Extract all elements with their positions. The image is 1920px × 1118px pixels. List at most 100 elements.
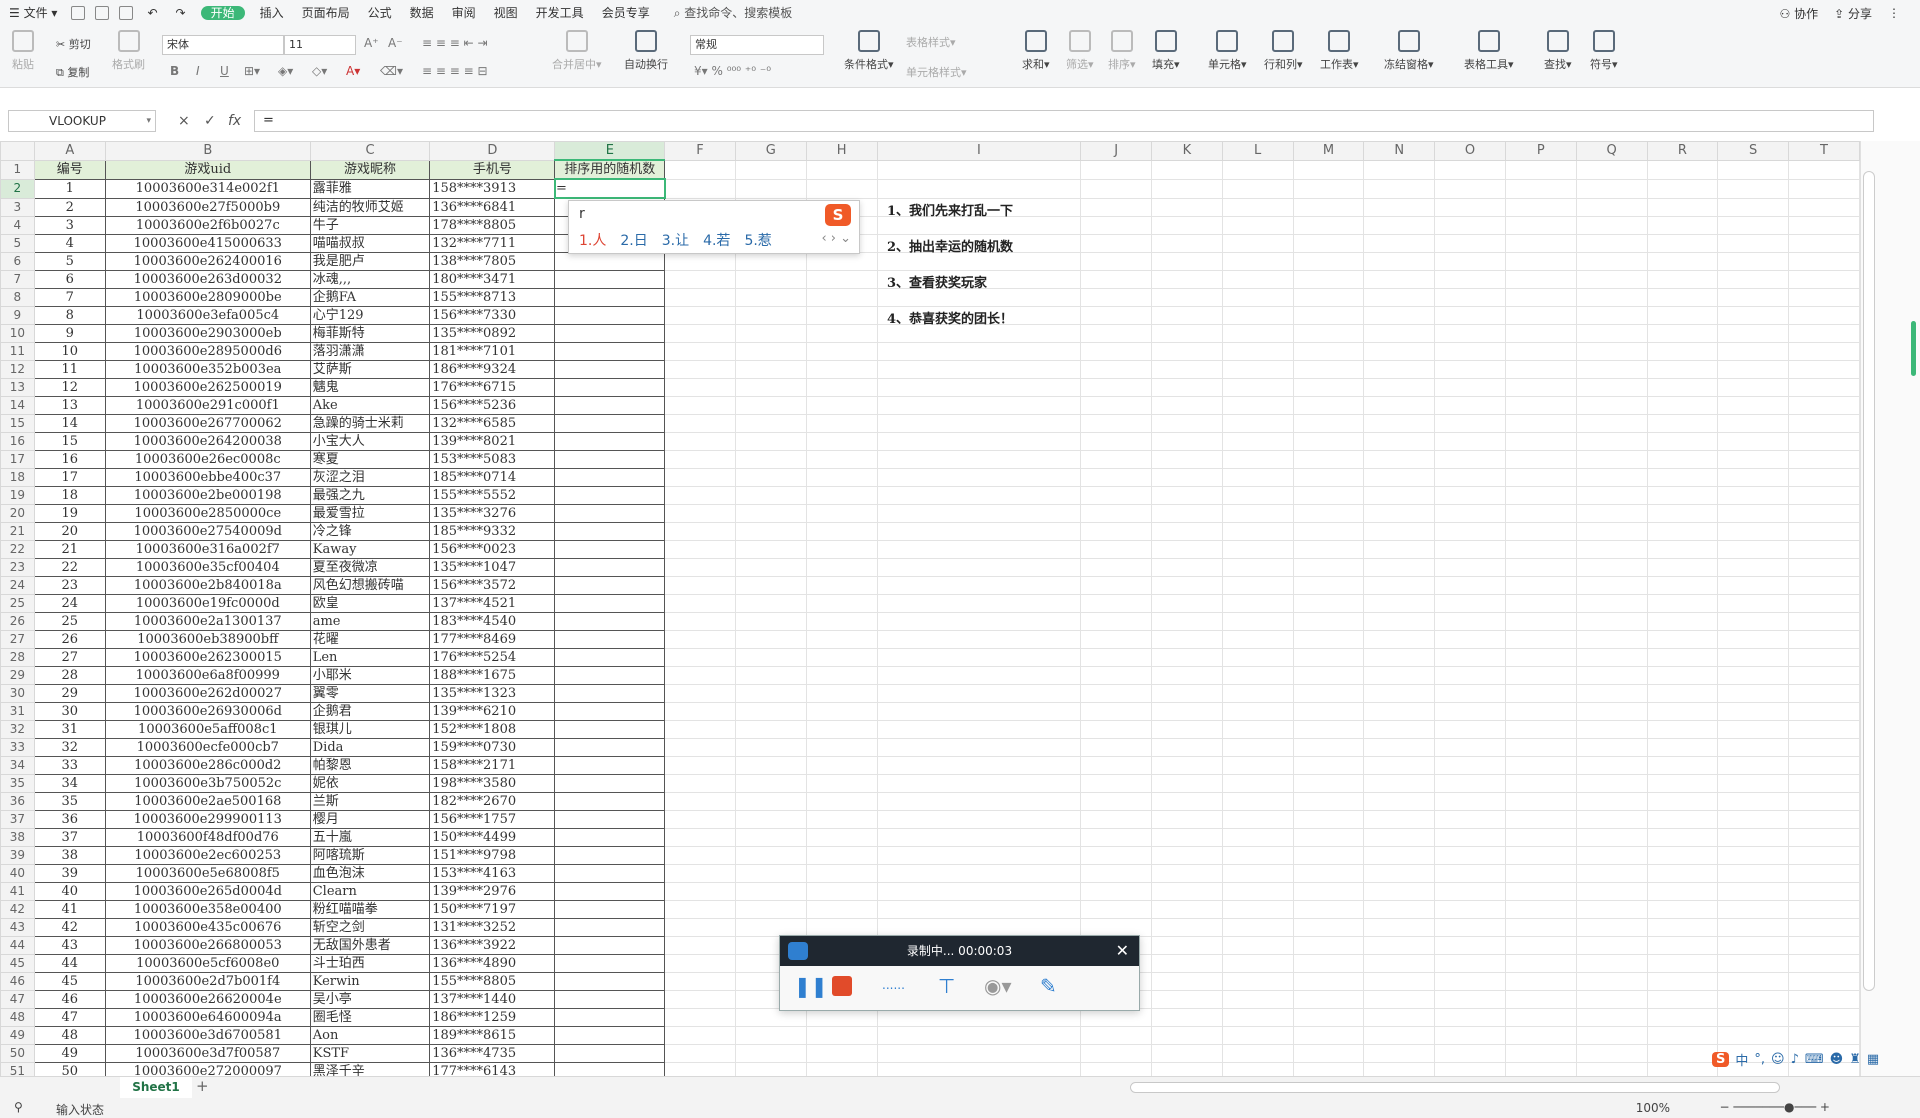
uid-cell[interactable]: 10003600e27540009d: [104, 521, 311, 541]
id-cell[interactable]: 50: [33, 1061, 106, 1076]
cell[interactable]: [664, 701, 736, 721]
cell[interactable]: [1221, 377, 1294, 397]
cell[interactable]: [664, 413, 736, 433]
column-header[interactable]: I: [876, 141, 1082, 161]
cell[interactable]: [664, 665, 736, 685]
id-cell[interactable]: 12: [33, 377, 106, 397]
cell[interactable]: [734, 917, 807, 937]
cell[interactable]: [1717, 323, 1790, 343]
cell[interactable]: [1221, 899, 1294, 919]
cell[interactable]: [1363, 159, 1436, 180]
uid-cell[interactable]: 10003600ecfe000cb7: [104, 737, 311, 757]
random-cell[interactable]: [554, 1043, 666, 1063]
cell[interactable]: [1292, 845, 1365, 865]
nickname-cell[interactable]: 吴小亭: [309, 989, 431, 1009]
cell[interactable]: [734, 665, 807, 685]
uid-cell[interactable]: 10003600e5aff008c1: [104, 719, 311, 739]
cell[interactable]: [1151, 593, 1223, 613]
cell[interactable]: [1646, 773, 1719, 793]
uid-cell[interactable]: 10003600e435c00676: [104, 917, 311, 937]
cell[interactable]: [1646, 917, 1719, 937]
random-cell[interactable]: [554, 359, 666, 379]
row-header[interactable]: 51: [0, 1061, 35, 1076]
side-panel-handle[interactable]: [1911, 321, 1916, 376]
random-cell[interactable]: [554, 629, 666, 649]
id-cell[interactable]: 31: [33, 719, 106, 739]
cell[interactable]: [1151, 305, 1223, 325]
cell[interactable]: [1434, 629, 1506, 649]
phone-cell[interactable]: 176****5254: [429, 647, 556, 667]
cell[interactable]: [664, 467, 736, 487]
uid-cell[interactable]: 10003600e2a1300137: [104, 611, 311, 631]
id-cell[interactable]: 3: [33, 215, 106, 235]
cell[interactable]: [1292, 683, 1365, 703]
row-header[interactable]: 18: [0, 467, 35, 487]
cell[interactable]: [1434, 917, 1506, 937]
cell[interactable]: [1151, 971, 1223, 991]
cell[interactable]: [1646, 647, 1719, 667]
column-header[interactable]: L: [1221, 141, 1294, 161]
cell[interactable]: [1434, 971, 1506, 991]
phone-cell[interactable]: 136****3922: [429, 935, 556, 955]
uid-cell[interactable]: 10003600e19fc0000d: [104, 593, 311, 613]
cell[interactable]: [1717, 413, 1790, 433]
cell[interactable]: [664, 647, 736, 667]
random-cell[interactable]: [554, 323, 666, 343]
align-top-icon[interactable]: ≡ ≡ ≡ ⇤ ⇥: [422, 36, 488, 50]
tab-view[interactable]: 视图: [485, 0, 527, 26]
id-cell[interactable]: 35: [33, 791, 106, 811]
user-icon[interactable]: ☻: [1830, 1052, 1844, 1067]
cell[interactable]: [1788, 701, 1860, 721]
cell[interactable]: [1788, 159, 1860, 180]
border-icon[interactable]: ⊞▾: [244, 64, 260, 78]
cell[interactable]: [1080, 1025, 1152, 1045]
random-cell[interactable]: [554, 431, 666, 451]
phone-cell[interactable]: 183****4540: [429, 611, 556, 631]
row-header[interactable]: 34: [0, 755, 35, 775]
cell[interactable]: [1434, 791, 1506, 811]
column-header[interactable]: G: [734, 141, 807, 161]
cell[interactable]: [1151, 953, 1223, 973]
cell[interactable]: [1292, 989, 1365, 1009]
cell[interactable]: [1717, 719, 1790, 739]
italic-icon[interactable]: I: [196, 64, 200, 78]
cell[interactable]: [1717, 665, 1790, 685]
phone-cell[interactable]: 139****6210: [429, 701, 556, 721]
cell[interactable]: [1221, 521, 1294, 541]
random-cell[interactable]: [554, 251, 666, 271]
phone-cell[interactable]: 132****6585: [429, 413, 556, 433]
cell[interactable]: [734, 359, 807, 379]
cell[interactable]: [1717, 305, 1790, 325]
cell[interactable]: [1575, 521, 1648, 541]
cell[interactable]: [1363, 341, 1436, 361]
cell[interactable]: [1504, 773, 1577, 793]
cell[interactable]: [1788, 899, 1860, 919]
horizontal-scrollbar[interactable]: [1130, 1082, 1780, 1093]
cell[interactable]: [1363, 899, 1436, 919]
cell[interactable]: [1717, 377, 1790, 397]
cell[interactable]: [1221, 287, 1294, 307]
nickname-cell[interactable]: 斩空之剑: [309, 917, 431, 937]
cell[interactable]: [1292, 737, 1365, 757]
cell[interactable]: [876, 755, 1082, 775]
cell[interactable]: [1151, 935, 1223, 955]
fill-button[interactable]: 填充▾: [1152, 30, 1180, 72]
cell[interactable]: [1788, 1007, 1860, 1027]
cell[interactable]: [734, 611, 807, 631]
pen-marker-icon[interactable]: ⊤: [938, 974, 955, 998]
id-cell[interactable]: 30: [33, 701, 106, 721]
cell[interactable]: [1717, 467, 1790, 487]
worksheet-button[interactable]: 工作表▾: [1320, 30, 1359, 72]
cell[interactable]: [1151, 485, 1223, 505]
cell[interactable]: [1151, 611, 1223, 631]
cell[interactable]: [1646, 899, 1719, 919]
cell[interactable]: [1646, 845, 1719, 865]
cell[interactable]: [1292, 917, 1365, 937]
row-header[interactable]: 46: [0, 971, 35, 991]
cell[interactable]: [734, 539, 807, 559]
id-cell[interactable]: 47: [33, 1007, 106, 1027]
cell[interactable]: [1575, 377, 1648, 397]
uid-cell[interactable]: 10003600e272000097: [104, 1061, 311, 1076]
row-header[interactable]: 39: [0, 845, 35, 865]
cell[interactable]: [1575, 1061, 1648, 1076]
